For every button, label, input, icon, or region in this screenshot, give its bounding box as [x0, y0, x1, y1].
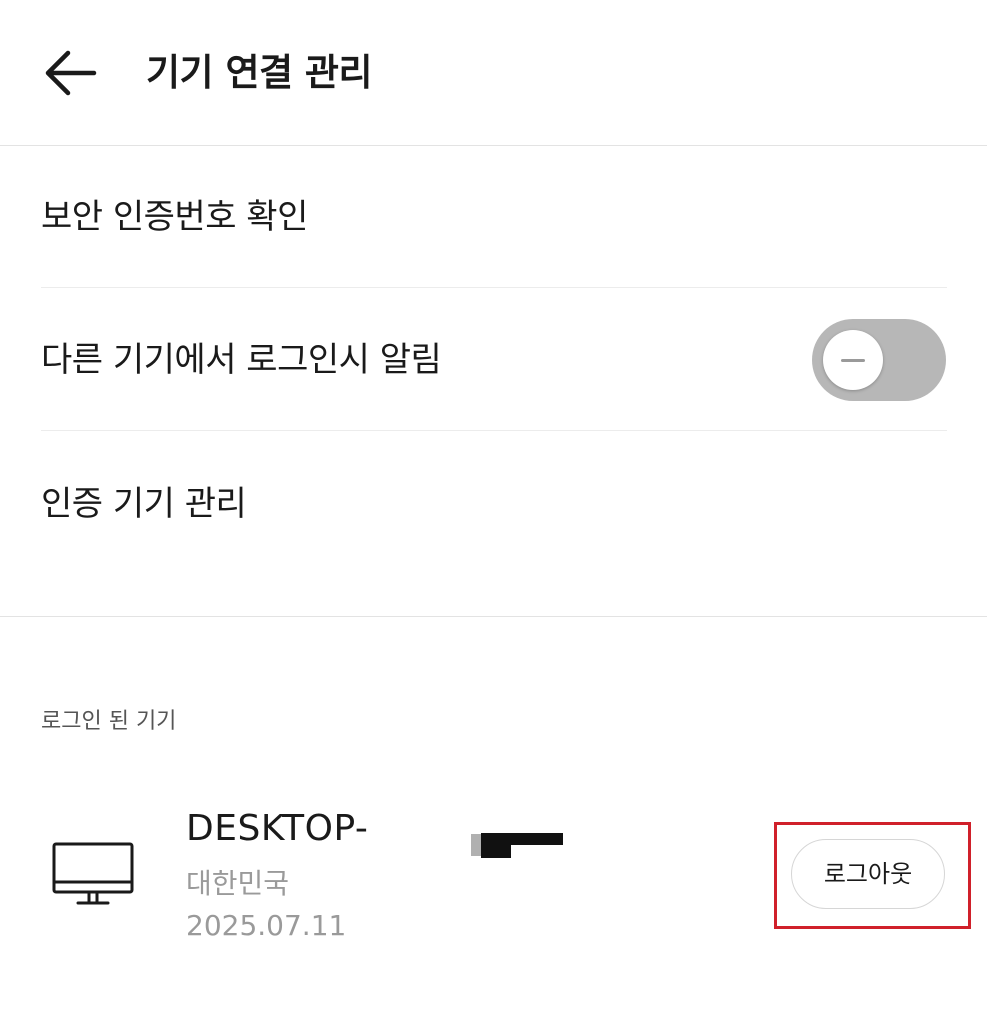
row-label: 인증 기기 관리 [41, 484, 247, 524]
logout-button[interactable]: 로그아웃 [791, 839, 945, 909]
device-login-date: 2025.07.11 [186, 909, 347, 942]
row-divider [41, 430, 947, 431]
security-code-check-row[interactable]: 보안 인증번호 확인 [0, 147, 987, 287]
row-label: 보안 인증번호 확인 [41, 197, 308, 237]
minus-icon [841, 359, 865, 362]
device-location: 대한민국 [186, 867, 290, 900]
page-title: 기기 연결 관리 [146, 51, 373, 94]
row-divider [41, 287, 947, 288]
row-label: 다른 기기에서 로그인시 알림 [41, 340, 442, 380]
device-connection-page: 기기 연결 관리 보안 인증번호 확인 다른 기기에서 로그인시 알림 인증 기… [0, 0, 987, 1024]
app-header: 기기 연결 관리 [0, 0, 987, 145]
section-label-logged-in-devices: 로그인 된 기기 [41, 709, 177, 734]
header-divider [0, 145, 987, 146]
section-divider [0, 616, 987, 617]
toggle-knob [823, 330, 883, 390]
desktop-monitor-icon [52, 842, 134, 905]
arrow-left-icon [45, 50, 97, 96]
auth-device-management-row[interactable]: 인증 기기 관리 [0, 432, 987, 572]
back-button[interactable] [40, 45, 102, 101]
redaction-mark [481, 844, 511, 858]
login-alert-toggle[interactable] [812, 319, 946, 401]
device-name: DESKTOP- [186, 808, 369, 849]
